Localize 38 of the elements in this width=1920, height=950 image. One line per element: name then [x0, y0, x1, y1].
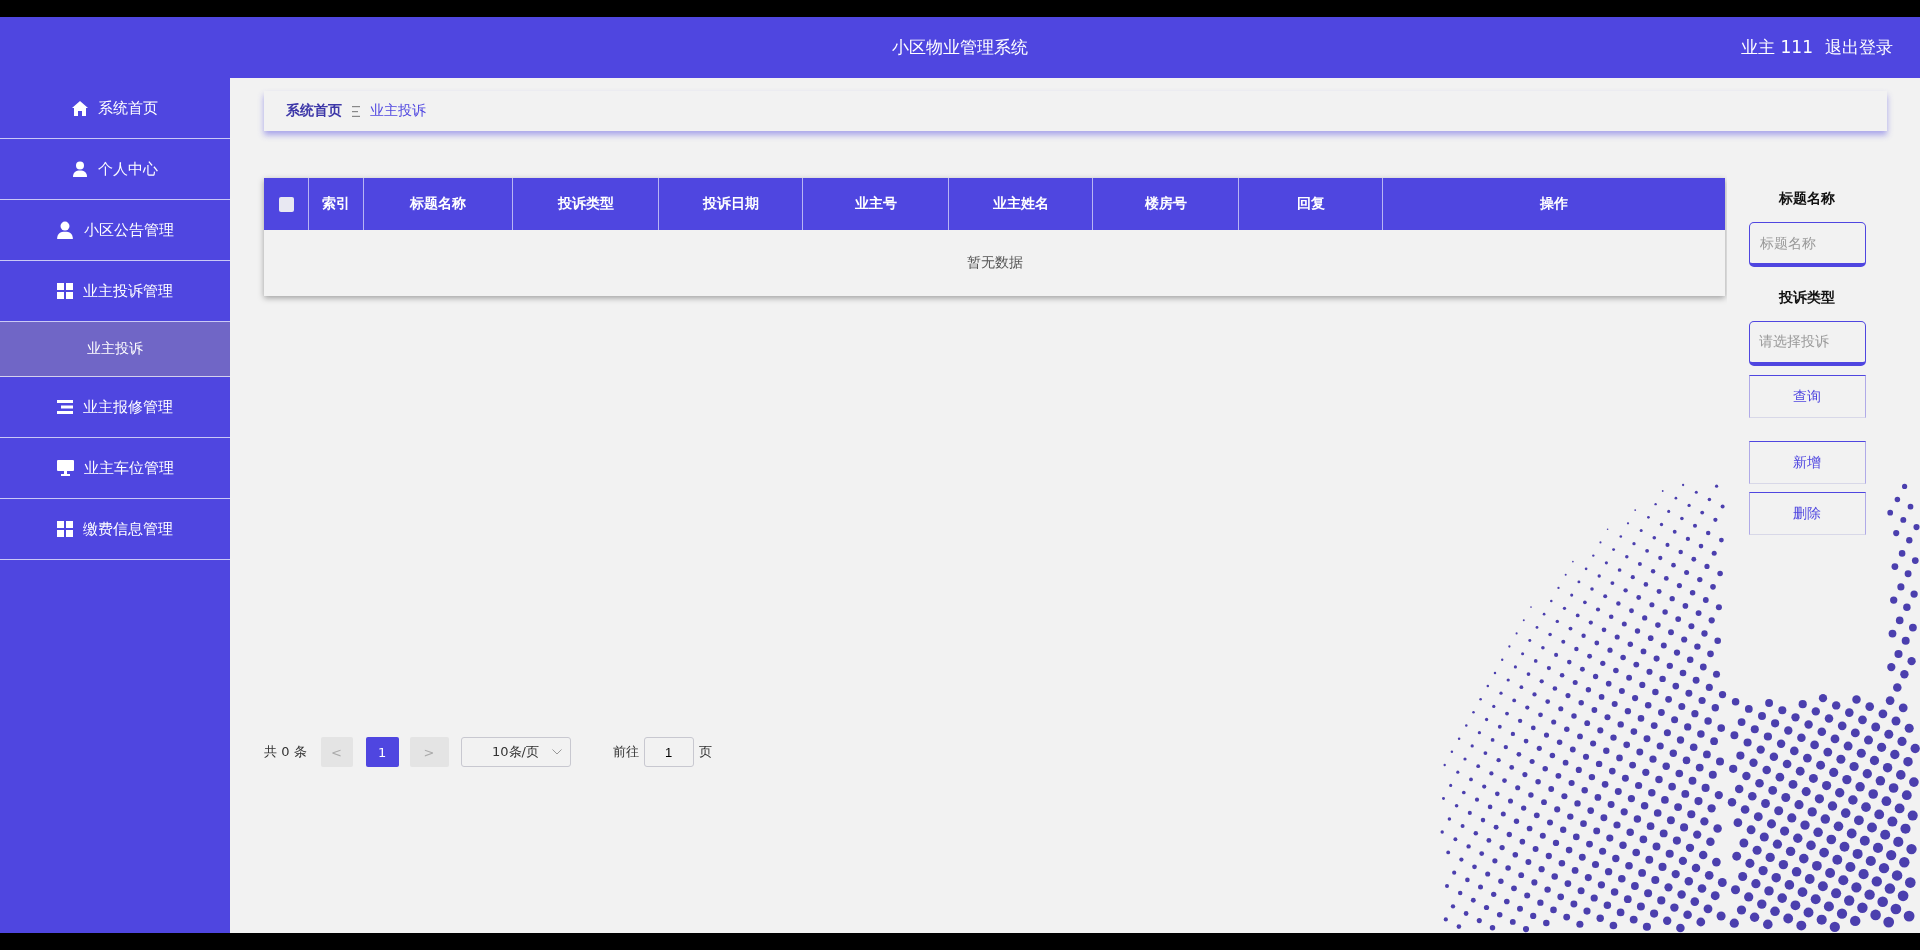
app-title: 小区物业管理系统 [892, 36, 1028, 59]
breadcrumb-link[interactable]: 业主投诉 [370, 102, 426, 120]
page-size-select[interactable]: 10条/页 [460, 737, 571, 767]
field-label: 标题名称 [1779, 189, 1835, 208]
page-suffix: 页 [698, 743, 712, 761]
list-icon [57, 400, 73, 414]
goto-label: 前往 [612, 743, 639, 761]
empty-message: 暂无数据 [966, 254, 1023, 272]
user-icon [56, 221, 74, 239]
home-icon [72, 100, 88, 116]
total-count: 共 0 条 [264, 743, 307, 761]
user-name: 业主 111 [1741, 36, 1813, 59]
monitor-icon [56, 460, 74, 476]
column-header: 操作 [1539, 194, 1569, 213]
select-all-checkbox[interactable] [278, 196, 294, 212]
chevron-down-icon [551, 749, 562, 755]
breadcrumb-link[interactable]: 系统首页 [286, 102, 342, 120]
column-header: 索引 [309, 178, 364, 230]
user-icon [72, 161, 88, 177]
grid-icon [57, 283, 73, 299]
column-header: 业主姓名 [949, 178, 1093, 230]
separator-icon [352, 105, 360, 117]
action-button[interactable]: 删除 [1748, 492, 1866, 535]
logout-link[interactable]: 退出登录 [1825, 36, 1893, 59]
column-header: 回复 [1239, 178, 1383, 230]
column-header: 楼房号 [1093, 178, 1239, 230]
column-header: 业主号 [803, 178, 949, 230]
field-label: 投诉类型 [1779, 288, 1835, 307]
column-header: 投诉类型 [513, 178, 659, 230]
grid-icon [57, 521, 73, 537]
title-input[interactable]: 标题名称 [1748, 222, 1866, 267]
action-button[interactable]: 新增 [1748, 441, 1866, 484]
column-header: 标题名称 [364, 178, 513, 230]
action-button[interactable]: 查询 [1748, 375, 1866, 418]
column-header: 投诉日期 [659, 178, 803, 230]
page-input[interactable]: 1 [643, 737, 694, 767]
sidebar-subitem[interactable]: 业主投诉 [0, 322, 230, 377]
page-button[interactable]: 1 [365, 737, 399, 767]
